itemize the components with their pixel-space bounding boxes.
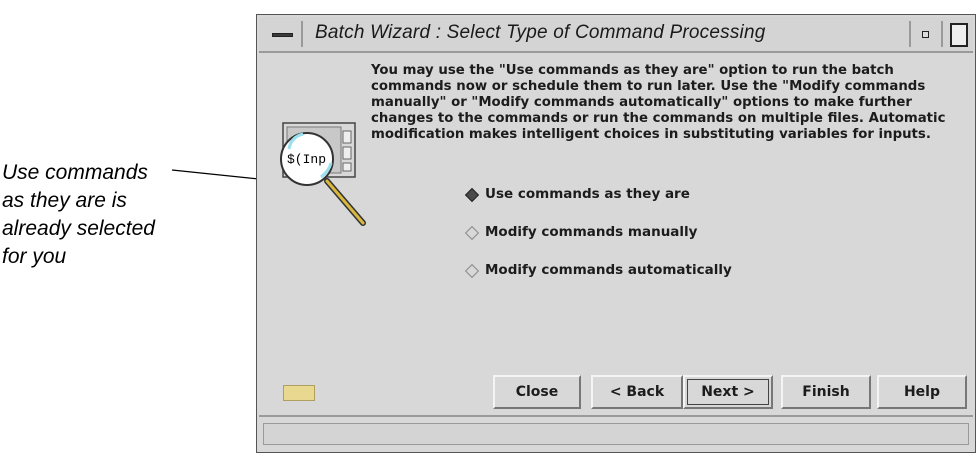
batch-wizard-window: Batch Wizard : Select Type of Command Pr… [256,14,976,453]
radio-selected-icon [464,187,480,203]
radio-unselected-icon [464,225,480,241]
option-use-as-is-label: Use commands as they are [485,186,690,202]
help-button[interactable]: Help [877,375,967,409]
finish-button[interactable]: Finish [781,375,871,409]
title-bar[interactable]: Batch Wizard : Select Type of Command Pr… [259,17,973,53]
back-button[interactable]: < Back [591,375,683,409]
status-indicator [283,385,315,401]
next-button[interactable]: Next > [683,375,773,409]
maximize-button[interactable] [941,21,971,47]
close-button[interactable]: Close [493,375,581,409]
magnifying-glass-icon: $(Inp [280,122,366,226]
option-modify-automatically-label: Modify commands automatically [485,262,732,278]
illustration-label: $(Inp [287,152,326,167]
radio-unselected-icon [464,263,480,279]
option-modify-manually-label: Modify commands manually [485,224,698,240]
description-text: You may use the "Use commands as they ar… [371,63,946,142]
window-title: Batch Wizard : Select Type of Command Pr… [315,22,766,43]
minimize-button[interactable] [909,21,939,47]
window-menu-button[interactable] [263,21,303,47]
maximize-icon [950,23,968,47]
status-message-field [263,423,969,445]
minimize-icon [922,31,929,38]
window-menu-icon [272,33,293,37]
status-bar [259,415,973,449]
